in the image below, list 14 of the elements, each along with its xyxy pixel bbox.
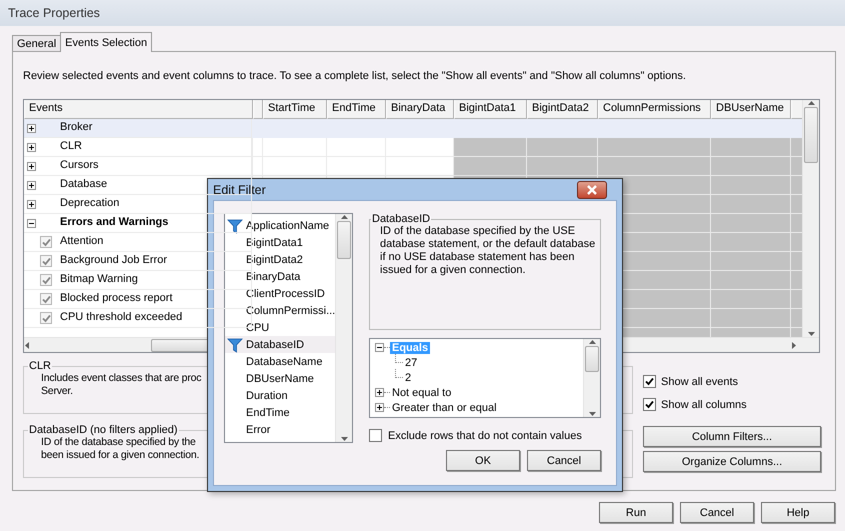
group-title: DatabaseID bbox=[371, 213, 432, 225]
option-label: Show all columns bbox=[661, 398, 747, 410]
option-label: Show all events bbox=[661, 376, 738, 388]
description-text: Includes event classes that are proc bbox=[41, 372, 202, 385]
instructions-text: Review selected events and event columns to trace. To see a complete list, select the "Show all events" and "Show all columns" options. bbox=[23, 70, 687, 82]
description-text: ID of the database specified by the bbox=[41, 436, 196, 449]
description-text: been issued for a given connection. bbox=[41, 449, 200, 462]
description-text: Server. bbox=[41, 385, 73, 398]
description-text: ID of the database specified by the USE database statement, or the default database if no USE database statement has been issued for a given connection. bbox=[380, 225, 596, 277]
checkbox-label: Exclude rows that do not contain values bbox=[388, 430, 582, 442]
window-title: Trace Properties bbox=[8, 6, 100, 20]
group-title: CLR bbox=[28, 361, 52, 372]
group-title: DatabaseID (no filters applied) bbox=[28, 425, 179, 436]
dialog-title: Edit Filter bbox=[213, 182, 266, 196]
